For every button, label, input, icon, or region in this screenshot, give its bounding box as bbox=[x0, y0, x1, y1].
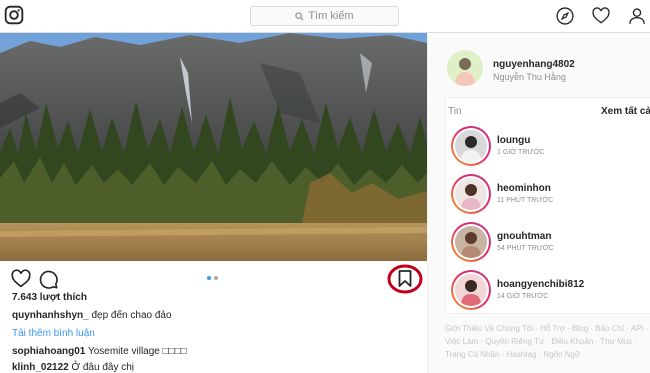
comment-row: klinh_02122 Ở đâu đây chị bbox=[12, 362, 134, 373]
comment-row: sophiahoang01 Yosemite village □□□□ bbox=[12, 346, 187, 357]
search-input[interactable]: Tìm kiếm bbox=[250, 6, 399, 26]
story-time: 14 GIỜ TRƯỚC bbox=[497, 293, 549, 300]
compass-explore-icon[interactable] bbox=[555, 6, 575, 26]
story-item[interactable]: hoangyenchibi812 14 GIỜ TRƯỚC bbox=[449, 270, 634, 316]
profile-user-icon[interactable] bbox=[627, 6, 647, 26]
story-time: 1 GIỜ TRƯỚC bbox=[497, 149, 545, 156]
right-sidebar: nguyenhang4802 Nguyễn Thu Hằng Tin Xem t… bbox=[428, 33, 650, 373]
story-ring bbox=[451, 270, 491, 310]
avatar-image bbox=[447, 50, 483, 86]
comment-username[interactable]: klinh_02122 bbox=[12, 362, 69, 373]
footer-line[interactable]: Việc Làm · Quyền Riêng Tư · Điều Khoản ·… bbox=[445, 335, 650, 348]
carousel-indicator bbox=[207, 276, 218, 280]
search-placeholder: Tìm kiếm bbox=[308, 10, 354, 22]
story-username: heominhon bbox=[497, 183, 551, 194]
top-bar: Tìm kiếm bbox=[0, 0, 650, 33]
story-ring bbox=[451, 126, 491, 166]
current-full-name: Nguyễn Thu Hằng bbox=[493, 72, 566, 82]
post-caption: quynhanhshyn_ đẹp đến chao đảo bbox=[12, 310, 172, 321]
feed-post: 7.643 lượt thích quynhanhshyn_ đẹp đến c… bbox=[0, 33, 428, 373]
comment-username[interactable]: sophiahoang01 bbox=[12, 346, 85, 357]
story-avatar bbox=[455, 226, 487, 258]
stories-title: Tin bbox=[448, 106, 462, 117]
avatar[interactable] bbox=[447, 50, 483, 86]
story-ring bbox=[451, 174, 491, 214]
story-item[interactable]: loungu 1 GIỜ TRƯỚC bbox=[449, 126, 634, 172]
story-item[interactable]: heominhon 11 PHÚT TRƯỚC bbox=[449, 174, 634, 220]
caption-username[interactable]: quynhanhshyn_ bbox=[12, 310, 89, 321]
likes-count[interactable]: 7.643 lượt thích bbox=[12, 292, 87, 303]
story-username: gnouhtman bbox=[497, 231, 552, 242]
load-more-comments-link[interactable]: Tải thêm bình luận bbox=[12, 328, 95, 339]
story-avatar bbox=[455, 274, 487, 306]
story-username: hoangyenchibi812 bbox=[497, 279, 585, 290]
caption-text: đẹp đến chao đảo bbox=[91, 310, 172, 321]
current-username[interactable]: nguyenhang4802 bbox=[493, 59, 575, 70]
story-avatar bbox=[455, 130, 487, 162]
save-bookmark-icon[interactable] bbox=[386, 263, 424, 296]
see-all-stories-link[interactable]: Xem tất cả bbox=[601, 106, 650, 117]
footer-links: Giới Thiệu Về Chúng Tôi · Hỗ Trợ · Blog … bbox=[445, 322, 650, 361]
footer-line[interactable]: Trang Cá Nhân · Hashtag · Ngôn Ngữ bbox=[445, 348, 650, 361]
story-ring bbox=[451, 222, 491, 262]
footer-line[interactable]: Giới Thiệu Về Chúng Tôi · Hỗ Trợ · Blog … bbox=[445, 322, 650, 335]
comment-text: Yosemite village □□□□ bbox=[87, 346, 187, 357]
carousel-dot bbox=[214, 276, 218, 280]
instagram-logo-icon[interactable] bbox=[4, 5, 24, 25]
comment-bubble-icon[interactable] bbox=[37, 268, 59, 290]
carousel-dot-active bbox=[207, 276, 211, 280]
heart-activity-icon[interactable] bbox=[591, 6, 611, 26]
story-username: loungu bbox=[497, 135, 531, 146]
stories-panel: Tin Xem tất cả loungu 1 GIỜ TRƯỚC heomin… bbox=[445, 97, 650, 314]
post-photo[interactable] bbox=[0, 33, 427, 261]
comment-text: Ở đâu đây chị bbox=[71, 362, 135, 373]
story-avatar bbox=[455, 178, 487, 210]
like-heart-icon[interactable] bbox=[10, 268, 32, 290]
story-time: 11 PHÚT TRƯỚC bbox=[497, 197, 554, 204]
story-item[interactable]: gnouhtman 54 PHÚT TRƯỚC bbox=[449, 222, 634, 268]
search-icon bbox=[295, 11, 304, 21]
story-time: 54 PHÚT TRƯỚC bbox=[497, 245, 554, 252]
